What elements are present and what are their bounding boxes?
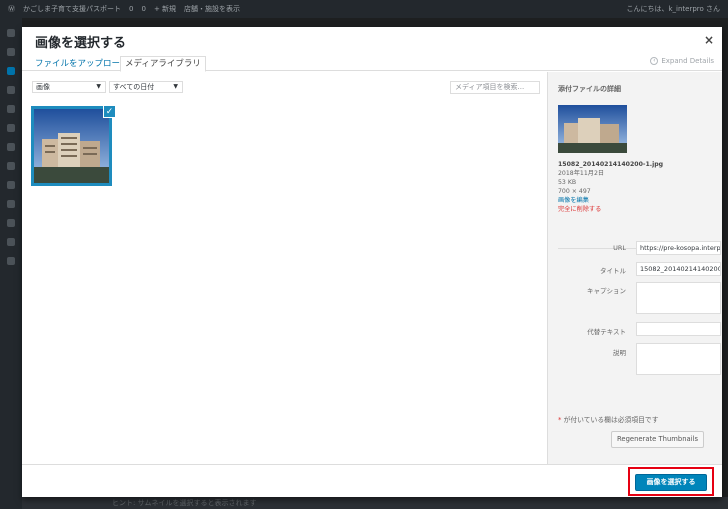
required-note: * が付いている欄は必須項目です: [558, 414, 659, 424]
description-label: 説明: [613, 349, 626, 357]
chevron-down-icon: ▼: [96, 83, 101, 90]
description-textarea[interactable]: [636, 343, 721, 375]
settings-icon[interactable]: [7, 238, 15, 246]
pin-icon[interactable]: [7, 48, 15, 56]
url-label: URL: [613, 244, 626, 252]
media-modal: 画像を選択する × ファイルをアップロード メディアライブラリ ‹ Expand…: [22, 27, 722, 497]
attachment-date: 2018年11月2日: [558, 170, 605, 177]
date-filter-value: すべての日付: [113, 83, 155, 91]
plugins-icon[interactable]: [7, 181, 15, 189]
regenerate-thumbnails-button[interactable]: Regenerate Thumbnails: [611, 431, 704, 448]
media-type-select[interactable]: 画像 ▼: [32, 81, 106, 93]
attachment-details-panel: 添付ファイルの詳細 15082_20140214140200-1.jpg 201…: [547, 72, 722, 464]
edit-image-link[interactable]: 画像を編集: [558, 196, 589, 205]
selected-check-icon[interactable]: ✓: [103, 105, 116, 118]
feedback-icon[interactable]: [7, 143, 15, 151]
users-icon[interactable]: [7, 200, 15, 208]
appearance-icon[interactable]: [7, 162, 15, 170]
collapse-icon[interactable]: [7, 257, 15, 265]
footer-hint: ヒント: サムネイルを選択すると表示されます: [22, 497, 728, 509]
close-button[interactable]: ×: [704, 33, 714, 47]
expand-details-label: Expand Details: [661, 57, 714, 65]
caption-label: キャプション: [587, 287, 626, 295]
updates-count[interactable]: 0: [141, 5, 145, 13]
required-star: *: [558, 416, 562, 424]
pin-active-icon[interactable]: [7, 67, 15, 75]
tools-icon[interactable]: [7, 219, 15, 227]
wp-logo-icon[interactable]: Ⓦ: [8, 4, 15, 14]
building-photo-icon: [34, 109, 109, 183]
attachment-filename: 15082_20140214140200-1.jpg: [558, 161, 664, 168]
admin-menu: [0, 18, 22, 509]
dashboard-icon[interactable]: [7, 29, 15, 37]
chevron-down-icon: ▼: [173, 83, 178, 90]
attachment-details-title: 添付ファイルの詳細: [558, 85, 621, 93]
title-field[interactable]: 15082_20140214140200-1: [636, 262, 721, 276]
attachment-dimensions: 700 × 497: [558, 188, 591, 195]
user-greeting[interactable]: こんにちは、k_interpro さん: [626, 4, 720, 14]
tab-media-library[interactable]: メディアライブラリ: [120, 56, 206, 72]
admin-bar: Ⓦ かごしま子育て支援パスポート 0 0 + 新規 店舗・施設を表示 こんにちは…: [0, 0, 728, 18]
caption-textarea[interactable]: [636, 282, 721, 314]
media-icon[interactable]: [7, 86, 15, 94]
url-field[interactable]: https://pre-kosopa.interpro: [636, 241, 721, 255]
alt-text-field[interactable]: [636, 322, 721, 336]
building-photo-icon: [558, 105, 627, 153]
media-type-value: 画像: [36, 83, 50, 91]
date-filter-select[interactable]: すべての日付 ▼: [109, 81, 183, 93]
expand-details-toggle[interactable]: ‹ Expand Details: [650, 57, 714, 65]
alt-text-label: 代替テキスト: [587, 328, 626, 336]
title-label: タイトル: [600, 267, 626, 275]
media-search-input[interactable]: メディア項目を検索...: [450, 81, 540, 94]
comments-count[interactable]: 0: [129, 5, 133, 13]
select-image-button[interactable]: 画像を選択する: [635, 474, 707, 491]
attachment-thumbnail[interactable]: [31, 106, 112, 186]
expand-arrow-icon: ‹: [650, 57, 659, 65]
delete-permanently-link[interactable]: 完全に削除する: [558, 205, 601, 214]
comments-icon[interactable]: [7, 124, 15, 132]
new-content-link[interactable]: + 新規: [154, 4, 176, 14]
attachment-filesize: 53 KB: [558, 179, 577, 186]
tab-upload-files[interactable]: ファイルをアップロード: [31, 57, 133, 71]
pages-icon[interactable]: [7, 105, 15, 113]
modal-toolbar: [22, 464, 722, 497]
modal-title: 画像を選択する: [35, 36, 127, 51]
details-thumbnail: [558, 105, 627, 153]
required-note-text: が付いている欄は必須項目です: [563, 416, 659, 424]
modal-tabs: ファイルをアップロード メディアライブラリ: [22, 53, 722, 72]
view-store-link[interactable]: 店舗・施設を表示: [184, 4, 240, 14]
site-name-link[interactable]: かごしま子育て支援パスポート: [23, 4, 121, 14]
